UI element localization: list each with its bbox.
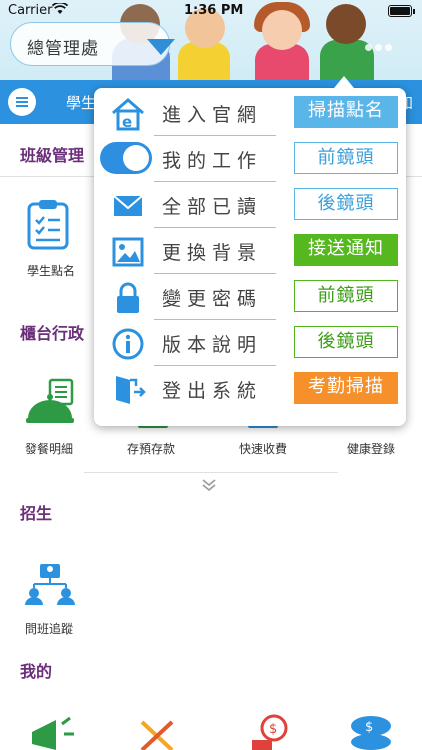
carrier-label: Carrier: [8, 3, 53, 18]
hamburger-menu-button[interactable]: [8, 88, 36, 116]
rear-camera-button[interactable]: 後鏡頭: [294, 188, 398, 220]
quick-menu-popup: e 進入官網 我的工作 全部已讀 更換背景 變更密碼 版本說明 登出系統 掃描點…: [94, 76, 406, 426]
menu-item-label: 版本說明: [162, 334, 263, 356]
menu-item-official-site[interactable]: e 進入官網: [100, 90, 276, 136]
tile-label-class-tracking[interactable]: 問班追蹤: [4, 620, 94, 637]
pickup-front-camera-button[interactable]: 前鏡頭: [294, 280, 398, 312]
food-cloche-icon[interactable]: [24, 378, 78, 432]
attendance-scan-button[interactable]: 考勤掃描: [294, 372, 398, 404]
utensils-icon[interactable]: [136, 718, 180, 750]
envelope-icon: [110, 188, 146, 224]
section-title-class-management: 班級管理: [20, 146, 85, 165]
menu-item-mark-all-read[interactable]: 全部已讀: [100, 182, 276, 228]
wifi-icon: [51, 1, 69, 19]
coins-icon[interactable]: $: [348, 714, 394, 750]
menu-item-label: 變更密碼: [162, 288, 263, 310]
menu-item-my-work[interactable]: 我的工作: [100, 136, 276, 182]
menu-item-label: 我的工作: [162, 150, 263, 172]
menu-item-label: 全部已讀: [162, 196, 263, 218]
clipboard-checklist-icon[interactable]: [26, 198, 72, 254]
clock: 1:36 PM: [184, 3, 244, 18]
svg-text:e: e: [122, 113, 132, 131]
toggle-switch-icon[interactable]: [100, 142, 152, 174]
menu-item-label: 進入官網: [162, 104, 263, 126]
logout-door-icon: [110, 372, 146, 408]
pickup-rear-camera-button[interactable]: 後鏡頭: [294, 326, 398, 358]
info-icon: [110, 326, 146, 362]
svg-text:$: $: [365, 720, 373, 735]
tile-label-meal-detail[interactable]: 發餐明細: [4, 440, 94, 457]
svg-text:$: $: [269, 722, 277, 737]
lock-icon: [110, 280, 146, 316]
battery-icon: [388, 5, 415, 17]
tile-label-roll-call[interactable]: 學生點名: [6, 262, 96, 279]
nav-tab-students[interactable]: 學生: [66, 92, 96, 113]
megaphone-icon[interactable]: [26, 714, 76, 750]
dropdown-arrow-icon[interactable]: [147, 39, 175, 55]
tile-label-health-record[interactable]: 健康登錄: [326, 440, 416, 457]
divider: [84, 472, 338, 473]
section-title-front-desk: 櫃台行政: [20, 324, 85, 343]
page-dots: [362, 36, 392, 55]
browser-home-icon: e: [110, 96, 146, 132]
scan-attendance-button[interactable]: 掃描點名: [294, 96, 398, 128]
class-tracking-icon[interactable]: [24, 562, 76, 610]
status-bar: Carrier 1:36 PM: [0, 0, 422, 22]
menu-item-change-password[interactable]: 變更密碼: [100, 274, 276, 320]
menu-item-logout[interactable]: 登出系統: [100, 366, 276, 412]
menu-item-label: 更換背景: [162, 242, 263, 264]
picture-icon: [110, 234, 146, 270]
section-title-enrollment: 招生: [20, 504, 53, 523]
menu-item-version-info[interactable]: 版本說明: [100, 320, 276, 366]
pickup-notice-button[interactable]: 接送通知: [294, 234, 398, 266]
expand-chevron-icon[interactable]: [200, 476, 218, 494]
money-bag-icon[interactable]: $: [250, 714, 294, 750]
menu-item-change-background[interactable]: 更換背景: [100, 228, 276, 274]
organization-selector[interactable]: 總管理處: [10, 22, 175, 66]
section-title-mine: 我的: [20, 662, 53, 681]
menu-item-label: 登出系統: [162, 380, 263, 402]
front-camera-button[interactable]: 前鏡頭: [294, 142, 398, 174]
tile-label-deposit[interactable]: 存預存款: [106, 440, 196, 457]
organization-title: 總管理處: [27, 39, 99, 59]
tile-label-fast-payment[interactable]: 快速收費: [218, 440, 308, 457]
